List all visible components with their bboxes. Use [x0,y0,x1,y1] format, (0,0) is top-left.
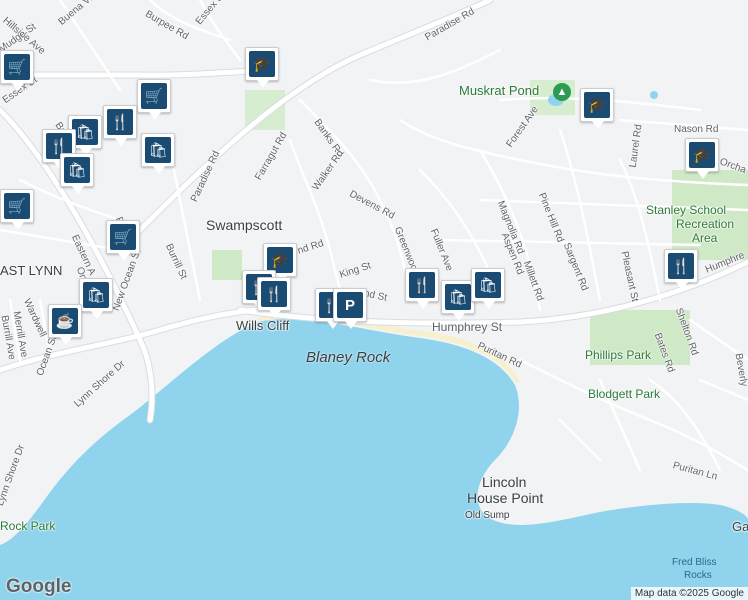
grocery-icon: 🛒 [4,193,30,219]
place-fred-bliss-2: Rocks [684,570,712,581]
park-swampscott [212,250,242,280]
google-logo: Google [6,576,72,597]
grocery-pin[interactable]: 🛒 [0,50,34,91]
place-wills-cliff: Wills Cliff [236,318,290,333]
grocery-icon: 🛒 [141,83,167,109]
shopping-pin[interactable]: 🛍 [471,268,505,309]
restaurant-icon: 🍴 [261,281,287,307]
place-stanley-1: Stanley School [646,203,727,217]
shopping-icon: 🛍 [64,157,90,183]
place-stanley-3: Area [692,231,718,245]
place-stanley-2: Recreation [676,217,735,231]
place-lincoln-2: House Point [467,490,544,506]
school-pin[interactable]: 🎓 [245,47,279,88]
shopping-icon: 🛍 [445,284,471,310]
place-lincoln-1: Lincoln [482,474,527,490]
street-humphrey-st: Humphrey St [432,320,503,334]
restaurant-pin[interactable]: 🍴 [103,105,137,146]
shopping-pin[interactable]: 🛍 [60,153,94,194]
grocery-pin[interactable]: 🛒 [0,189,34,230]
grocery-pin[interactable]: 🛒 [106,220,140,261]
place-phillips-park: Phillips Park [585,348,652,362]
place-rock-park: Rock Park [0,519,56,533]
place-muskrat-pond: Muskrat Pond [459,83,540,98]
school-icon: 🎓 [689,142,715,168]
place-old-sump: Old Sump [465,510,510,521]
place-east-lynn: AST LYNN [0,263,63,278]
restaurant-icon: 🍴 [409,272,435,298]
cafe-pin[interactable]: ☕ [48,304,82,345]
shopping-icon: 🛍 [145,137,171,163]
grocery-icon: 🛒 [110,224,136,250]
restaurant-icon: 🍴 [668,253,694,279]
cafe-icon: ☕ [52,308,78,334]
parking-pin[interactable]: P [333,288,367,329]
parking-icon: P [337,292,363,318]
restaurant-pin[interactable]: 🍴 [664,249,698,290]
pond-2 [650,91,658,99]
place-swampscott: Swampscott [206,217,283,233]
shopping-icon: 🛍 [83,282,109,308]
shopping-pin[interactable]: 🛍 [141,133,175,174]
shopping-pin[interactable]: 🛍 [441,280,475,321]
restaurant-pin[interactable]: 🍴 [257,277,291,318]
map-attribution: Map data ©2025 Google [630,587,748,600]
restaurant-icon: 🍴 [107,109,133,135]
place-blodgett-park: Blodgett Park [588,387,661,401]
tree-icon: ▲ [553,83,571,101]
school-icon: 🎓 [249,51,275,77]
grocery-pin[interactable]: 🛒 [137,79,171,120]
place-blaney-rock: Blaney Rock [306,349,391,366]
school-pin[interactable]: 🎓 [685,138,719,179]
place-gallo: Ga [732,519,748,534]
street-nason-rd: Nason Rd [674,124,719,135]
school-pin[interactable]: 🎓 [580,88,614,129]
shopping-pin[interactable]: 🛍 [79,278,113,319]
school-icon: 🎓 [584,92,610,118]
shopping-icon: 🛍 [475,272,501,298]
map[interactable]: Swampscott AST LYNN Wills Cliff Blaney R… [0,0,748,600]
grocery-icon: 🛒 [4,54,30,80]
restaurant-pin[interactable]: 🍴 [405,268,439,309]
place-fred-bliss-1: Fred Bliss [672,557,717,568]
